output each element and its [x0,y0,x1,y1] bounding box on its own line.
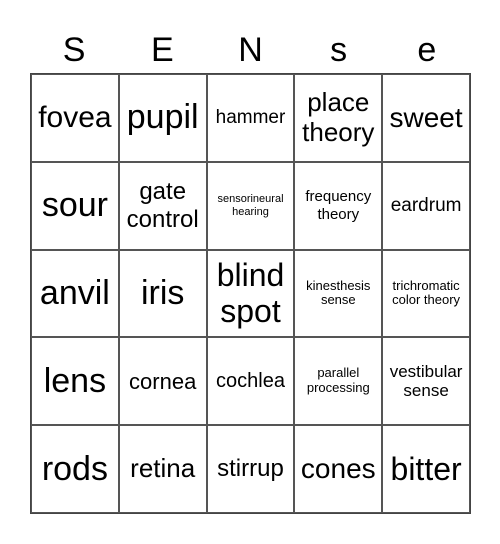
bingo-cell[interactable]: bitter [382,425,470,513]
bingo-cell[interactable]: pupil [118,74,207,162]
bingo-cell[interactable]: parallel processing [294,337,383,426]
bingo-cell[interactable]: retina [118,425,207,513]
bingo-cell[interactable]: lens [31,337,119,426]
bingo-cell[interactable]: blind spot [206,249,295,338]
bingo-cell[interactable]: kinesthesis sense [294,249,383,338]
bingo-cell[interactable]: fovea [31,74,119,162]
bingo-cell[interactable]: anvil [31,249,119,338]
bingo-cell[interactable]: rods [31,425,119,513]
bingo-grid: fovea pupil hammer place theory sweet so… [30,73,471,514]
bingo-cell[interactable]: iris [118,249,207,338]
bingo-cell[interactable]: gate control [118,161,207,250]
header-letter: S [62,31,86,69]
bingo-cell[interactable]: place theory [294,74,383,162]
bingo-cell[interactable]: sour [31,161,119,250]
bingo-cell[interactable]: cornea [118,337,207,426]
header-letter: e [417,31,437,69]
header-letter: E [150,31,174,69]
bingo-cell[interactable]: cochlea [206,337,295,426]
bingo-header: S E N s e [30,26,471,74]
bingo-cell[interactable]: cones [294,425,383,513]
bingo-cell[interactable]: frequency theory [294,161,383,250]
bingo-cell[interactable]: trichromatic color theory [382,249,470,338]
bingo-cell[interactable]: sensorineural hearing [206,161,295,250]
header-letter: N [238,31,263,69]
bingo-cell[interactable]: stirrup [206,425,295,513]
bingo-cell[interactable]: sweet [382,74,470,162]
header-letter: s [330,31,348,69]
bingo-cell[interactable]: vestibular sense [382,337,470,426]
bingo-cell[interactable]: eardrum [382,161,470,250]
bingo-cell[interactable]: hammer [206,74,295,162]
